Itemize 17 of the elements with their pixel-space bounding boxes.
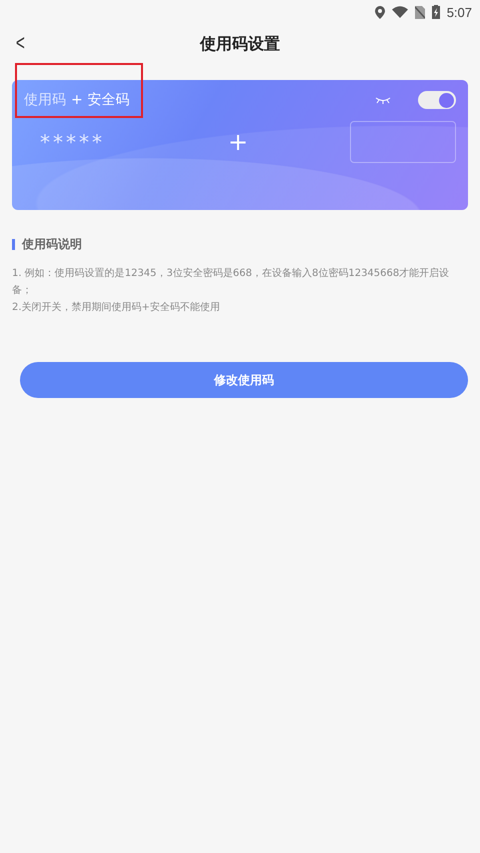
plus-sign: + xyxy=(228,128,248,156)
code-value: ***** xyxy=(40,130,106,154)
location-icon xyxy=(374,6,385,18)
back-button[interactable]: < xyxy=(16,30,25,56)
closed-eye-icon[interactable] xyxy=(375,96,391,104)
instruction-text: 2.关闭开关，禁用期间使用码+安全码不能使用 xyxy=(12,300,221,315)
plus-label: + xyxy=(71,92,83,108)
section-title: 使用码说明 xyxy=(22,236,82,253)
battery-icon xyxy=(432,5,440,19)
security-label: 安全码 xyxy=(88,91,130,109)
status-time: 5:07 xyxy=(446,4,472,20)
no-sim-icon xyxy=(414,6,425,18)
instruction-text: 1. 例如：使用码设置的是12345，3位安全密码是668，在设备输入8位密码12345668才能开启设备； xyxy=(12,266,450,298)
code-label: 使用码 xyxy=(24,91,66,109)
wifi-icon xyxy=(392,6,408,18)
page-title: 使用码设置 xyxy=(200,34,280,54)
toggle-switch[interactable] xyxy=(418,91,456,109)
